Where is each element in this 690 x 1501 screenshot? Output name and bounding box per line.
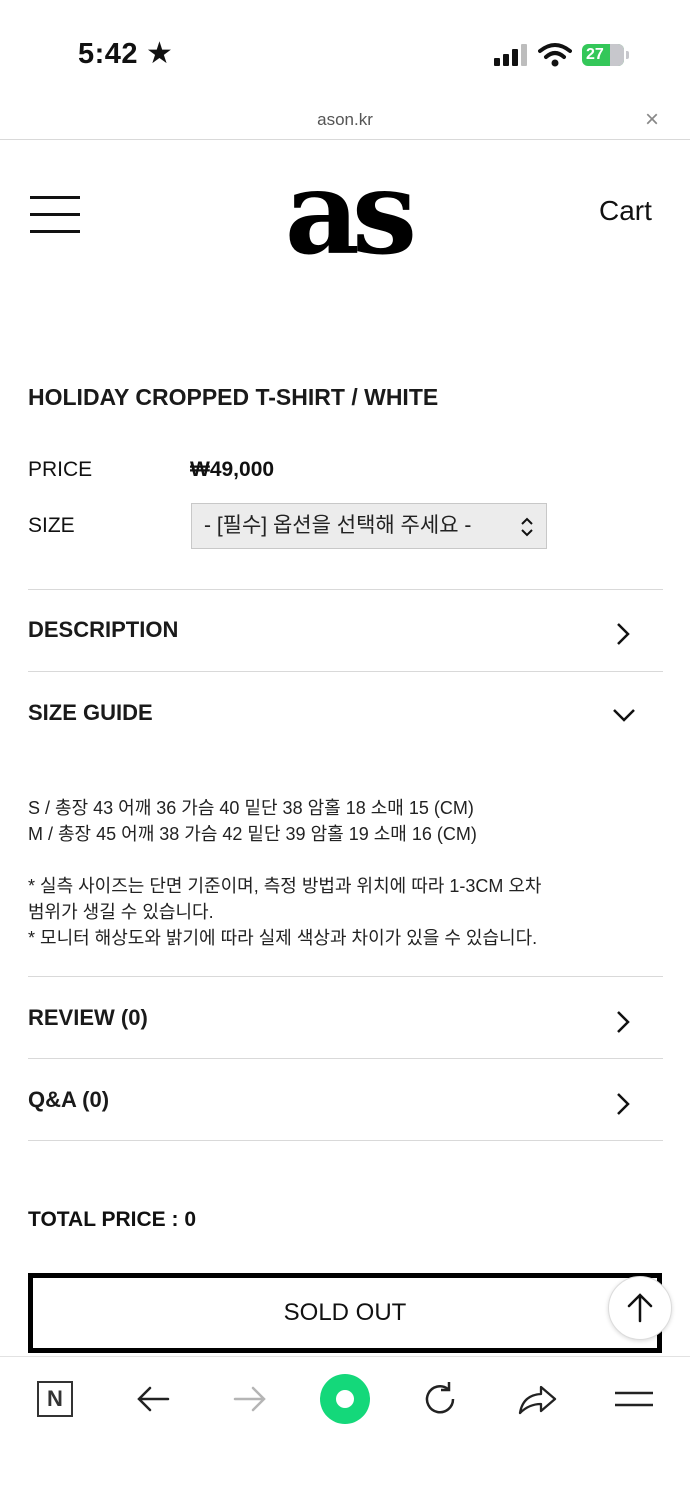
- chevron-right-icon[interactable]: [611, 1010, 635, 1034]
- chevron-right-icon[interactable]: [611, 1092, 635, 1116]
- total-price: TOTAL PRICE : 0: [28, 1208, 197, 1231]
- divider: [28, 1058, 663, 1059]
- price-label: PRICE: [28, 458, 93, 481]
- battery-cap: [626, 51, 629, 59]
- wifi-icon: [538, 42, 572, 68]
- site-logo[interactable]: as: [276, 148, 418, 278]
- arrow-left-icon: [137, 1386, 170, 1412]
- status-time: 5:42: [78, 38, 139, 70]
- forward-button[interactable]: [227, 1377, 271, 1421]
- review-header[interactable]: REVIEW (0): [28, 1005, 148, 1031]
- naver-n-icon[interactable]: N: [37, 1381, 73, 1417]
- back-button[interactable]: [132, 1377, 176, 1421]
- battery-icon: 27: [582, 44, 624, 66]
- arrow-right-icon: [233, 1386, 266, 1412]
- arrow-up-icon: [627, 1293, 653, 1323]
- menu-icon: [615, 1391, 653, 1407]
- size-guide-m: M / 총장 45 어깨 38 가슴 42 밑단 39 암홀 19 소매 16 …: [28, 824, 477, 844]
- size-guide-note-cont: 범위가 생길 수 있습니다.: [28, 902, 214, 922]
- divider: [28, 1140, 663, 1141]
- star-icon: ★: [146, 37, 173, 70]
- close-icon[interactable]: ×: [645, 106, 659, 134]
- scroll-to-top-button[interactable]: [608, 1276, 672, 1340]
- size-guide-header[interactable]: SIZE GUIDE: [28, 700, 153, 726]
- qa-header[interactable]: Q&A (0): [28, 1087, 109, 1113]
- reload-button[interactable]: [418, 1377, 462, 1421]
- cellular-signal-icon: [494, 44, 528, 66]
- divider: [28, 671, 663, 672]
- size-guide-note: * 실측 사이즈는 단면 기준이며, 측정 방법과 위치에 따라 1-3CM 오…: [28, 876, 542, 896]
- cart-link[interactable]: Cart: [599, 195, 652, 227]
- description-header[interactable]: DESCRIPTION: [28, 617, 178, 643]
- chevron-down-icon[interactable]: [612, 703, 636, 727]
- share-button[interactable]: [515, 1377, 559, 1421]
- divider: [28, 589, 663, 590]
- reload-icon: [425, 1382, 455, 1414]
- divider: [28, 976, 663, 977]
- size-label: SIZE: [28, 514, 75, 537]
- share-icon: [518, 1385, 557, 1415]
- more-menu-button[interactable]: [612, 1377, 656, 1421]
- size-guide-s: S / 총장 43 어깨 36 가슴 40 밑단 38 암홀 18 소매 15 …: [28, 798, 474, 818]
- menu-icon[interactable]: [30, 196, 80, 234]
- size-guide-note-color: * 모니터 해상도와 밝기에 따라 실제 색상과 차이가 있을 수 있습니다.: [28, 928, 538, 948]
- home-dot-icon: [336, 1390, 354, 1408]
- select-arrows-icon: [521, 517, 533, 537]
- url-display[interactable]: ason.kr: [0, 110, 690, 130]
- size-select-value: - [필수] 옵션을 선택해 주세요 -: [204, 514, 472, 537]
- sold-out-button[interactable]: SOLD OUT: [28, 1273, 662, 1353]
- home-button[interactable]: [320, 1374, 370, 1424]
- product-title: HOLIDAY CROPPED T-SHIRT / WHITE: [28, 384, 439, 410]
- browser-toolbar: N: [0, 1356, 690, 1501]
- size-select[interactable]: - [필수] 옵션을 선택해 주세요 -: [191, 503, 547, 549]
- price-value: ₩49,000: [190, 458, 275, 481]
- battery-level: 27: [586, 46, 604, 63]
- chevron-right-icon[interactable]: [611, 622, 635, 646]
- url-bar-divider: [0, 139, 690, 140]
